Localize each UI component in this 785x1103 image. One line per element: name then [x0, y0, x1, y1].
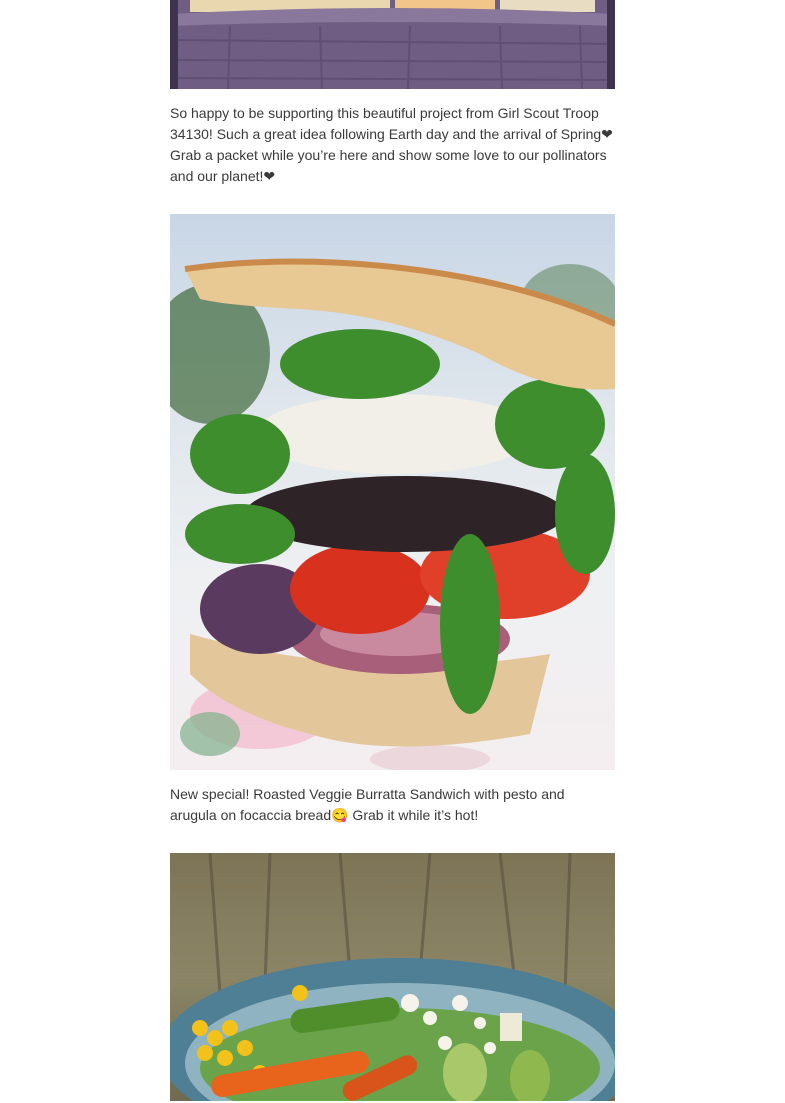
post-caption: New special! Roasted Veggie Burratta San… [170, 786, 565, 823]
post-image-basket[interactable] [170, 0, 615, 89]
basket-illustration [170, 0, 615, 89]
salad-illustration [170, 853, 615, 1101]
post-feed: So happy to be supporting this beautiful… [170, 0, 615, 1101]
post-image-salad[interactable] [170, 853, 615, 1101]
post-image-sandwich[interactable] [170, 214, 615, 770]
post-caption: So happy to be supporting this beautiful… [170, 105, 613, 184]
sandwich-illustration [170, 214, 615, 770]
